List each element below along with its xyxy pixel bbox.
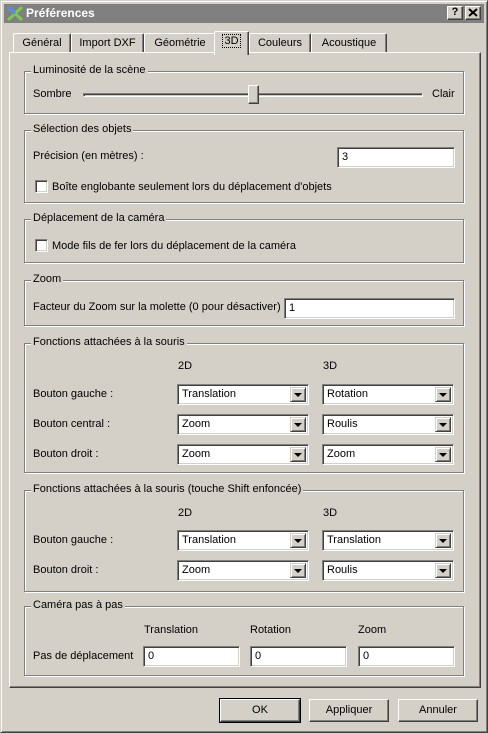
zoom-factor-field[interactable]: 1	[284, 298, 455, 319]
tab-geometrie[interactable]: Géométrie	[144, 33, 216, 53]
tab-acoustique[interactable]: Acoustique	[311, 33, 387, 53]
mouse-group: Fonctions attachées à la souris 2D 3D Bo…	[24, 336, 464, 473]
chevron-down-icon[interactable]	[290, 417, 306, 432]
step-rotation-field[interactable]: 0	[250, 646, 347, 667]
mouse-center-3d-select[interactable]: Roulis	[322, 414, 454, 435]
stepper-col-rotation: Rotation	[250, 624, 291, 636]
mouse-col-3d: 3D	[323, 360, 338, 372]
wireframe-checkbox[interactable]	[35, 239, 48, 252]
chevron-down-icon[interactable]	[435, 417, 451, 432]
window-title: Préférences	[26, 6, 95, 20]
zoom-factor-label: Facteur du Zoom sur la molette (0 pour d…	[33, 301, 281, 313]
luminosity-slider-thumb[interactable]	[247, 85, 259, 104]
tab-panel-3d: Luminosité de la scène Sombre Clair Séle…	[9, 52, 481, 688]
wireframe-checkbox-label: Mode fils de fer lors du déplacement de …	[52, 240, 296, 252]
chevron-down-icon[interactable]	[435, 447, 451, 462]
mouse-center-2d-select[interactable]: Zoom	[177, 414, 309, 435]
light-label: Clair	[432, 88, 455, 100]
mouse-col-2d: 2D	[178, 360, 193, 372]
zoom-title: Zoom	[31, 273, 64, 285]
mouse-shift-right-2d-select[interactable]: Zoom	[177, 560, 309, 581]
close-button[interactable]	[465, 6, 481, 20]
mouse-shift-left-2d-select[interactable]: Translation	[177, 530, 309, 551]
camera-move-group: Déplacement de la caméra Mode fils de fe…	[24, 212, 464, 263]
mouse-shift-right-3d-select[interactable]: Roulis	[322, 560, 454, 581]
mouse-shift-col-2d: 2D	[178, 507, 193, 519]
precision-label: Précision (en mètres) :	[33, 150, 144, 162]
chevron-down-icon[interactable]	[435, 387, 451, 402]
preferences-window: Préférences ? Général Import DXF Géométr…	[0, 0, 488, 733]
chevron-down-icon[interactable]	[435, 563, 451, 578]
step-zoom-field[interactable]: 0	[358, 646, 455, 667]
mouse-shift-right-label: Bouton droit :	[33, 564, 99, 576]
mouse-left-label: Bouton gauche :	[33, 388, 114, 400]
bbox-checkbox[interactable]	[35, 180, 48, 193]
help-button[interactable]: ?	[447, 6, 463, 20]
apply-button[interactable]: Appliquer	[309, 699, 389, 722]
mouse-center-label: Bouton central :	[33, 418, 111, 430]
chevron-down-icon[interactable]	[435, 533, 451, 548]
mouse-shift-left-3d-select[interactable]: Translation	[322, 530, 454, 551]
tab-general[interactable]: Général	[13, 33, 71, 53]
mouse-shift-group: Fonctions attachées à la souris (touche …	[24, 483, 464, 592]
step-translation-field[interactable]: 0	[143, 646, 240, 667]
luminosity-group: Luminosité de la scène Sombre Clair	[24, 64, 464, 114]
chevron-down-icon[interactable]	[290, 533, 306, 548]
step-row-label: Pas de déplacement	[33, 650, 134, 662]
mouse-left-3d-select[interactable]: Rotation	[322, 384, 454, 405]
ok-button[interactable]: OK	[219, 698, 301, 723]
cancel-button[interactable]: Annuler	[398, 699, 478, 722]
camera-move-title: Déplacement de la caméra	[31, 212, 167, 224]
tab-import-dxf[interactable]: Import DXF	[71, 33, 144, 53]
mouse-title: Fonctions attachées à la souris	[31, 336, 187, 348]
mouse-right-2d-select[interactable]: Zoom	[177, 444, 309, 465]
luminosity-title: Luminosité de la scène	[31, 64, 148, 76]
selection-title: Sélection des objets	[31, 123, 134, 135]
app-icon	[7, 6, 23, 21]
dark-label: Sombre	[33, 88, 72, 100]
selection-group: Sélection des objets Précision (en mètre…	[24, 123, 464, 203]
tab-couleurs[interactable]: Couleurs	[249, 33, 311, 53]
chevron-down-icon[interactable]	[290, 563, 306, 578]
bbox-checkbox-label: Boîte englobante seulement lors du dépla…	[52, 181, 332, 193]
mouse-shift-col-3d: 3D	[323, 507, 338, 519]
mouse-left-2d-select[interactable]: Translation	[177, 384, 309, 405]
mouse-right-3d-select[interactable]: Zoom	[322, 444, 454, 465]
mouse-shift-left-label: Bouton gauche :	[33, 534, 114, 546]
stepper-title: Caméra pas à pas	[31, 599, 125, 611]
mouse-right-label: Bouton droit :	[33, 448, 99, 460]
chevron-down-icon[interactable]	[290, 447, 306, 462]
zoom-group: Zoom Facteur du Zoom sur la molette (0 p…	[24, 273, 464, 326]
stepper-col-zoom: Zoom	[358, 624, 387, 636]
tab-3d[interactable]: 3D	[214, 31, 249, 55]
precision-field[interactable]: 3	[337, 147, 455, 168]
stepper-group: Caméra pas à pas Translation Rotation Zo…	[24, 599, 464, 676]
stepper-col-translation: Translation	[144, 624, 199, 636]
mouse-shift-title: Fonctions attachées à la souris (touche …	[31, 483, 304, 495]
chevron-down-icon[interactable]	[290, 387, 306, 402]
close-icon	[468, 8, 478, 17]
title-bar[interactable]: Préférences ?	[4, 4, 484, 23]
